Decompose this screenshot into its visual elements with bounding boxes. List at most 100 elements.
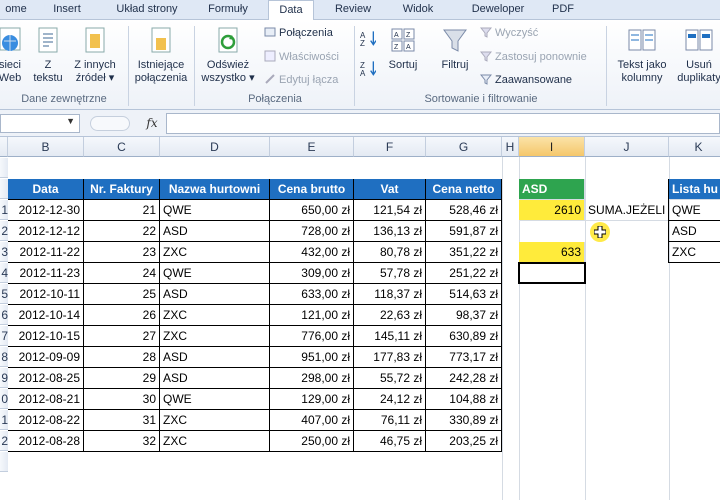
row-header[interactable]: 0	[0, 389, 8, 409]
table-cell[interactable]: 2012-09-09	[8, 347, 84, 368]
table-cell[interactable]: 2012-08-28	[8, 431, 84, 452]
tab-review[interactable]: Review	[324, 0, 382, 20]
table-cell[interactable]: ASD	[160, 284, 270, 305]
table-cell[interactable]: 145,11 zł	[354, 326, 426, 347]
connections-button[interactable]: Połączenia	[264, 26, 333, 40]
table-header-cell[interactable]: Data	[8, 179, 84, 200]
from-web-button[interactable]: sieci Web	[0, 26, 24, 85]
table-cell[interactable]: 118,37 zł	[354, 284, 426, 305]
column-header-d[interactable]: D	[160, 137, 270, 157]
remove-duplicates-button[interactable]: Usuń duplikaty	[674, 26, 720, 85]
table-cell[interactable]: ZXC	[160, 431, 270, 452]
text-to-columns-button[interactable]: Tekst jako kolumny	[612, 26, 672, 85]
table-cell[interactable]: 351,22 zł	[426, 242, 502, 263]
tab-home[interactable]: ome	[0, 0, 32, 20]
column-header-g[interactable]: G	[426, 137, 502, 157]
table-cell[interactable]: 30	[84, 389, 160, 410]
tab-page-layout[interactable]: Układ strony	[104, 0, 190, 20]
row-header[interactable]	[0, 158, 8, 178]
table-cell[interactable]: 407,00 zł	[270, 410, 354, 431]
table-cell[interactable]: 22	[84, 221, 160, 242]
column-header-j[interactable]: J	[585, 137, 669, 157]
table-cell[interactable]: 21	[84, 200, 160, 221]
table-cell[interactable]: 528,46 zł	[426, 200, 502, 221]
table-cell[interactable]: 80,78 zł	[354, 242, 426, 263]
row-header[interactable]: 7	[0, 326, 8, 346]
table-cell[interactable]: 26	[84, 305, 160, 326]
row-header[interactable]: 6	[0, 305, 8, 325]
reapply-button[interactable]: Zastosuj ponownie	[480, 50, 587, 64]
table-cell[interactable]: 31	[84, 410, 160, 431]
table-cell[interactable]: 46,75 zł	[354, 431, 426, 452]
table-cell[interactable]: 2012-10-15	[8, 326, 84, 347]
column-header-c[interactable]: C	[84, 137, 160, 157]
chevron-down-icon[interactable]: ▼	[66, 116, 75, 126]
table-cell[interactable]: 2012-08-21	[8, 389, 84, 410]
table-cell[interactable]: 32	[84, 431, 160, 452]
active-cell-selection[interactable]	[518, 262, 586, 284]
table-cell[interactable]: 650,00 zł	[270, 200, 354, 221]
table-cell[interactable]: 330,89 zł	[426, 410, 502, 431]
table-header-cell[interactable]: Cena brutto	[270, 179, 354, 200]
table-cell[interactable]: 22,63 zł	[354, 305, 426, 326]
sort-button[interactable]: AZZA Sortuj	[384, 26, 422, 72]
existing-connections-button[interactable]: Istniejące połączenia	[132, 26, 190, 85]
row-header[interactable]	[0, 179, 8, 199]
table-cell[interactable]: 2012-10-14	[8, 305, 84, 326]
formula-bar-expand-handle[interactable]	[90, 116, 130, 131]
table-cell[interactable]: 250,00 zł	[270, 431, 354, 452]
table-cell[interactable]: 2012-12-12	[8, 221, 84, 242]
table-cell[interactable]: 2012-11-23	[8, 263, 84, 284]
row-header[interactable]: 1	[0, 410, 8, 430]
row-header[interactable]: 1	[0, 200, 8, 220]
table-cell[interactable]: 29	[84, 368, 160, 389]
table-cell[interactable]: 298,00 zł	[270, 368, 354, 389]
tab-formulas[interactable]: Formuły	[198, 0, 258, 20]
tab-developer[interactable]: Deweloper	[458, 0, 538, 20]
table-cell[interactable]: ZXC	[160, 326, 270, 347]
table-cell[interactable]: 121,00 zł	[270, 305, 354, 326]
table-cell[interactable]: 203,25 zł	[426, 431, 502, 452]
row-header[interactable]: 3	[0, 242, 8, 262]
list-item[interactable]: ASD	[669, 221, 720, 242]
row-header[interactable]: 4	[0, 263, 8, 283]
table-cell[interactable]: ASD	[160, 368, 270, 389]
table-cell[interactable]: 28	[84, 347, 160, 368]
row-header[interactable]: 8	[0, 347, 8, 367]
table-cell[interactable]: ASD	[160, 347, 270, 368]
table-cell[interactable]: 98,37 zł	[426, 305, 502, 326]
table-cell[interactable]: 2012-12-30	[8, 200, 84, 221]
result-cell[interactable]: 633	[519, 242, 585, 263]
table-cell[interactable]: 121,54 zł	[354, 200, 426, 221]
insert-function-button[interactable]: fx	[140, 114, 164, 133]
row-header[interactable]: 2	[0, 221, 8, 241]
tab-insert[interactable]: Insert	[44, 0, 90, 20]
table-cell[interactable]: 57,78 zł	[354, 263, 426, 284]
row-header[interactable]: 5	[0, 284, 8, 304]
from-other-sources-button[interactable]: Z innych źródeł ▾	[70, 26, 120, 85]
table-cell[interactable]: 76,11 zł	[354, 410, 426, 431]
list-item[interactable]: ZXC	[669, 242, 720, 263]
table-cell[interactable]: 104,88 zł	[426, 389, 502, 410]
sort-az-button[interactable]: AZ	[360, 30, 379, 49]
table-cell[interactable]: ZXC	[160, 242, 270, 263]
table-header-cell[interactable]: Vat	[354, 179, 426, 200]
table-cell[interactable]: QWE	[160, 200, 270, 221]
table-cell[interactable]: 2012-11-22	[8, 242, 84, 263]
table-cell[interactable]: 55,72 zł	[354, 368, 426, 389]
refresh-all-button[interactable]: Odśwież wszystko ▾	[198, 26, 258, 85]
table-cell[interactable]: 432,00 zł	[270, 242, 354, 263]
row-header[interactable]: 9	[0, 368, 8, 388]
row-header[interactable]: 2	[0, 431, 8, 451]
table-cell[interactable]: 24	[84, 263, 160, 284]
table-cell[interactable]: 630,89 zł	[426, 326, 502, 347]
table-cell[interactable]: 776,00 zł	[270, 326, 354, 347]
table-cell[interactable]: 951,00 zł	[270, 347, 354, 368]
table-cell[interactable]: 136,13 zł	[354, 221, 426, 242]
clear-filter-button[interactable]: Wyczyść	[480, 26, 538, 40]
table-cell[interactable]: 177,83 zł	[354, 347, 426, 368]
tab-view[interactable]: Widok	[392, 0, 444, 20]
name-box[interactable]: ▼	[0, 114, 80, 133]
criteria-header-cell[interactable]: ASD	[519, 179, 585, 200]
column-header-i[interactable]: I	[519, 137, 585, 157]
